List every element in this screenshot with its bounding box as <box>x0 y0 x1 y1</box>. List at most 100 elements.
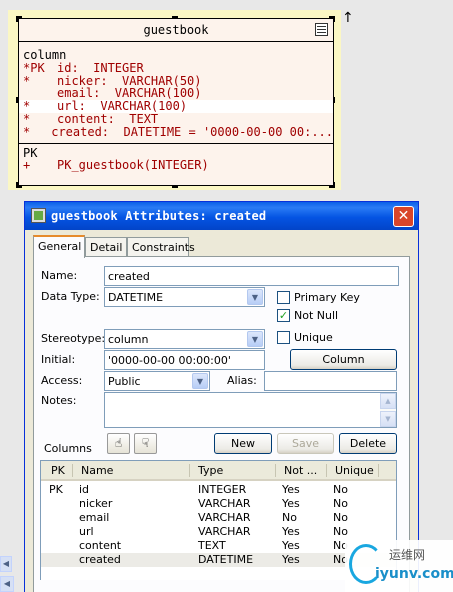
access-value: Public <box>108 375 141 388</box>
columns-section-label: column <box>23 48 67 62</box>
notes-label: Notes: <box>41 394 77 407</box>
row-cell: INTEGER <box>198 483 247 496</box>
scroll-up-icon[interactable]: ▲ <box>380 393 396 409</box>
header-name[interactable]: Name <box>81 464 113 477</box>
unique-label: Unique <box>294 331 333 344</box>
datatype-value: DATETIME <box>108 291 164 304</box>
datatype-select[interactable]: DATETIME ▼ <box>104 287 265 307</box>
initial-field[interactable]: '0000-00-00 00:00:00' <box>104 350 265 370</box>
entity-title: guestbook <box>143 23 209 37</box>
row-cell: PK <box>49 483 63 496</box>
unique-checkbox[interactable] <box>277 331 290 344</box>
row-cell: VARCHAR <box>198 525 251 538</box>
delete-button[interactable]: Delete <box>339 433 397 454</box>
name-field[interactable]: created <box>104 266 399 286</box>
table-row[interactable]: content TEXT Yes No <box>41 539 396 553</box>
watermark-line1: 运维网 <box>389 548 426 562</box>
row-cell: VARCHAR <box>198 511 251 524</box>
table-row[interactable]: nicker VARCHAR Yes No <box>41 497 396 511</box>
table-row[interactable]: email VARCHAR No No <box>41 511 396 525</box>
columns-table[interactable]: PK Name Type Not ... Unique PK id INTEGE… <box>40 460 397 580</box>
row-cell: No <box>333 483 348 496</box>
row-cell: Yes <box>282 553 300 566</box>
column-separator[interactable] <box>378 464 379 477</box>
name-label: Name: <box>41 269 78 282</box>
row-cell: content <box>79 539 122 552</box>
table-row[interactable]: created DATETIME Yes No <box>41 553 396 567</box>
columns-label: Columns <box>44 442 92 455</box>
column-properties-button[interactable]: Column Properties... <box>290 349 397 385</box>
not-null-label: Not Null <box>294 309 339 322</box>
scroll-left-icon[interactable]: ◀ <box>0 576 14 592</box>
dialog-titlebar[interactable]: guestbook Attributes: created ✕ <box>25 202 418 230</box>
access-label: Access: <box>41 374 83 387</box>
header-not-null[interactable]: Not ... <box>284 464 317 477</box>
alias-field[interactable] <box>264 371 397 391</box>
column-separator[interactable] <box>275 464 276 477</box>
watermark-logo: 运维网 iyunv.com <box>345 540 453 592</box>
entity-header: guestbook <box>19 19 333 42</box>
not-null-checkbox[interactable]: ✓ <box>277 309 290 322</box>
row-cell: Yes <box>282 539 300 552</box>
up-arrow-icon: ↑ <box>342 10 354 26</box>
column-separator[interactable] <box>326 464 327 477</box>
row-cell: created <box>79 553 121 566</box>
close-button[interactable]: ✕ <box>393 206 414 227</box>
initial-label: Initial: <box>41 353 76 366</box>
chevron-down-icon[interactable]: ▼ <box>247 331 263 347</box>
chevron-down-icon[interactable]: ▼ <box>247 289 263 305</box>
row-cell: No <box>333 497 348 510</box>
tab-general[interactable]: General <box>33 235 85 258</box>
row-cell: Yes <box>282 483 300 496</box>
entity-column[interactable]: * created: DATETIME = '0000-00-00 00:... <box>23 125 333 139</box>
notes-textarea[interactable]: ▲ ▼ <box>104 392 397 428</box>
entity-column[interactable]: *PK id: INTEGER <box>23 61 333 75</box>
app-icon <box>31 208 46 223</box>
scroll-down-icon[interactable]: ▼ <box>380 411 396 427</box>
primary-key-label: Primary Key <box>294 291 360 304</box>
table-row[interactable]: url VARCHAR Yes No <box>41 525 396 539</box>
column-separator[interactable] <box>189 464 190 477</box>
scroll-left-icon[interactable]: ◀ <box>0 556 12 572</box>
primary-key-checkbox[interactable] <box>277 291 290 304</box>
row-cell: VARCHAR <box>198 497 251 510</box>
row-cell: TEXT <box>198 539 226 552</box>
new-button[interactable]: New <box>214 433 272 454</box>
access-select[interactable]: Public ▼ <box>104 371 210 391</box>
table-header: PK Name Type Not ... Unique <box>41 461 396 481</box>
row-cell: DATETIME <box>198 553 254 566</box>
tab-constraints[interactable]: Constraints <box>127 237 195 257</box>
row-cell: Yes <box>282 525 300 538</box>
notes-scrollbar[interactable]: ▲ ▼ <box>380 393 396 427</box>
move-up-icon[interactable]: ☝ <box>107 433 130 454</box>
header-unique[interactable]: Unique <box>335 464 374 477</box>
row-cell: Yes <box>282 497 300 510</box>
row-cell: nicker <box>79 497 113 510</box>
tab-detail[interactable]: Detail <box>85 237 127 257</box>
dialog-title: guestbook Attributes: created <box>51 209 267 223</box>
table-icon <box>315 23 328 36</box>
row-cell: No <box>333 511 348 524</box>
move-down-icon[interactable]: ☟ <box>134 433 157 454</box>
table-entity[interactable]: guestbook column *PK id: INTEGER * nicker:… <box>18 18 334 186</box>
header-pk[interactable]: PK <box>51 464 65 477</box>
row-cell: No <box>333 525 348 538</box>
row-cell: No <box>282 511 297 524</box>
header-type[interactable]: Type <box>198 464 223 477</box>
table-row[interactable]: PK id INTEGER Yes No <box>41 483 396 497</box>
entity-column[interactable]: * content: TEXT <box>23 113 333 126</box>
chevron-down-icon[interactable]: ▼ <box>192 373 208 389</box>
stereotype-label: Stereotype: <box>41 332 106 345</box>
entity-pk-entry[interactable]: + PK_guestbook(INTEGER) <box>23 159 333 172</box>
save-button: Save <box>277 433 334 454</box>
row-cell: id <box>79 483 90 496</box>
row-cell: url <box>79 525 94 538</box>
column-separator[interactable] <box>72 464 73 477</box>
stereotype-select[interactable]: column ▼ <box>104 329 265 349</box>
watermark-line2: iyunv.com <box>375 566 453 582</box>
attributes-dialog: guestbook Attributes: created ✕ Detail C… <box>24 201 419 592</box>
alias-label: Alias: <box>227 374 257 387</box>
datatype-label: Data Type: <box>41 290 100 303</box>
row-cell: email <box>79 511 110 524</box>
stereotype-value: column <box>108 333 149 346</box>
